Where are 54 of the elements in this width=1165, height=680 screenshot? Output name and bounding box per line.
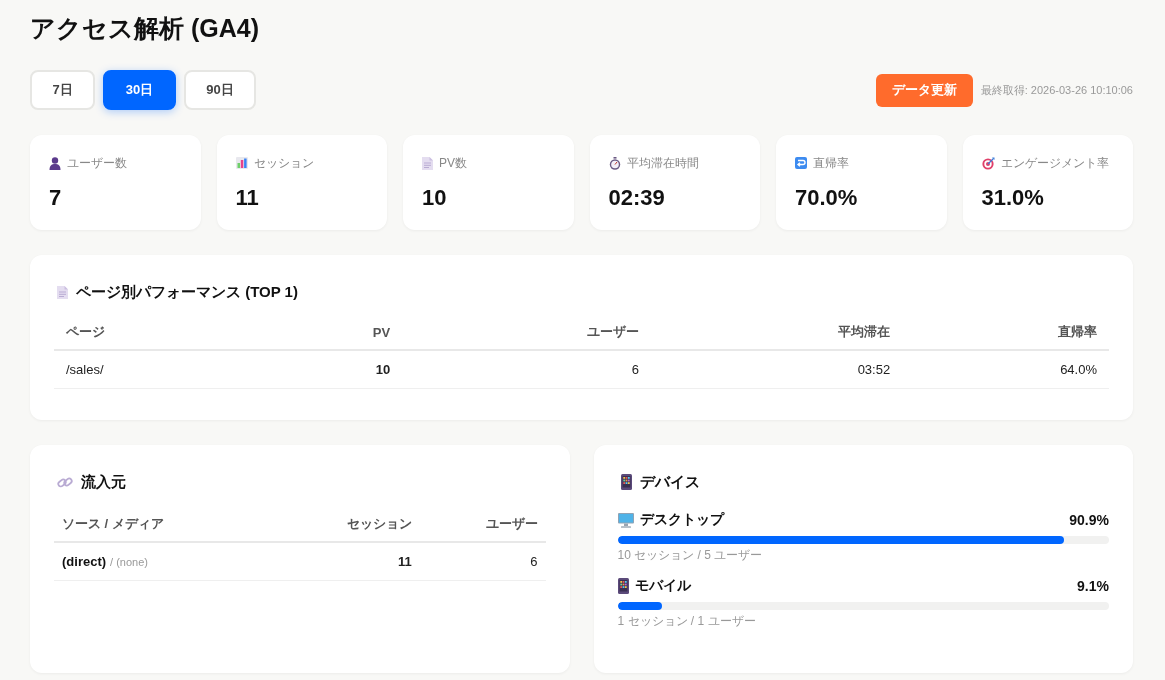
column-header: セッション (299, 507, 420, 542)
document-icon (422, 156, 433, 170)
bar-chart-icon (235, 157, 248, 169)
document-icon (57, 285, 68, 299)
device-name: モバイル (634, 577, 691, 595)
source-name: (direct) (62, 554, 107, 570)
target-icon (981, 156, 995, 170)
stat-value: 11 (235, 184, 259, 212)
table-cell: 11 (299, 542, 420, 580)
source-medium: / (none) (110, 556, 148, 569)
column-header: 直帰率 (902, 315, 1109, 350)
mobile-phone-icon (617, 578, 629, 594)
period-tab[interactable]: 7日 (30, 70, 95, 110)
stat-label: エンゲージメント率 (1000, 154, 1109, 172)
table-cell: 64.0% (902, 350, 1109, 388)
column-header: PV (254, 315, 403, 350)
column-header: ソース / メディア (54, 507, 300, 542)
column-header: ページ (54, 315, 255, 350)
table-cell: 6 (419, 542, 546, 580)
device-share: 9.1% (1077, 578, 1109, 594)
stat-label: PV数 (439, 154, 467, 172)
stat-label: 平均滞在時間 (626, 154, 699, 172)
stopwatch-icon (608, 156, 621, 170)
link-icon (57, 474, 73, 490)
device-name: デスクトップ (639, 511, 724, 529)
stat-label: セッション (253, 154, 314, 172)
table-cell: 03:52 (651, 350, 903, 388)
last-fetched-text: 最終取得: 2026-03-26 10:10:06 (980, 82, 1133, 98)
panel-title: デバイス (639, 472, 700, 492)
column-header: ユーザー (419, 507, 546, 542)
stat-label: 直帰率 (813, 154, 849, 172)
person-icon (49, 156, 61, 170)
stat-value: 70.0% (795, 184, 858, 212)
stat-value: 7 (49, 184, 62, 212)
column-header: 平均滞在 (651, 315, 903, 350)
stat-label: ユーザー数 (67, 154, 127, 172)
return-arrow-icon (795, 157, 807, 169)
period-tab[interactable]: 90日 (184, 70, 256, 110)
mobile-phone-icon (620, 474, 632, 490)
stat-value: 31.0% (981, 184, 1044, 212)
table-cell: 6 (402, 350, 652, 388)
panel-title: ページ別パフォーマンス (TOP 1) (76, 282, 298, 302)
table-cell: 10 (254, 350, 403, 388)
desktop-computer-icon (617, 512, 634, 528)
period-tab[interactable]: 30日 (103, 70, 176, 110)
device-detail: 1 セッション / 1 ユーザー (617, 613, 756, 629)
device-share: 90.9% (1069, 512, 1109, 528)
device-detail: 10 セッション / 5 ユーザー (617, 547, 763, 563)
column-header: ユーザー (402, 315, 652, 350)
stat-value: 02:39 (608, 184, 665, 212)
page-title: アクセス解析 (GA4) (30, 13, 259, 44)
panel-title: 流入元 (81, 472, 126, 492)
table-cell: /sales/ (54, 350, 255, 388)
stat-value: 10 (422, 184, 447, 212)
